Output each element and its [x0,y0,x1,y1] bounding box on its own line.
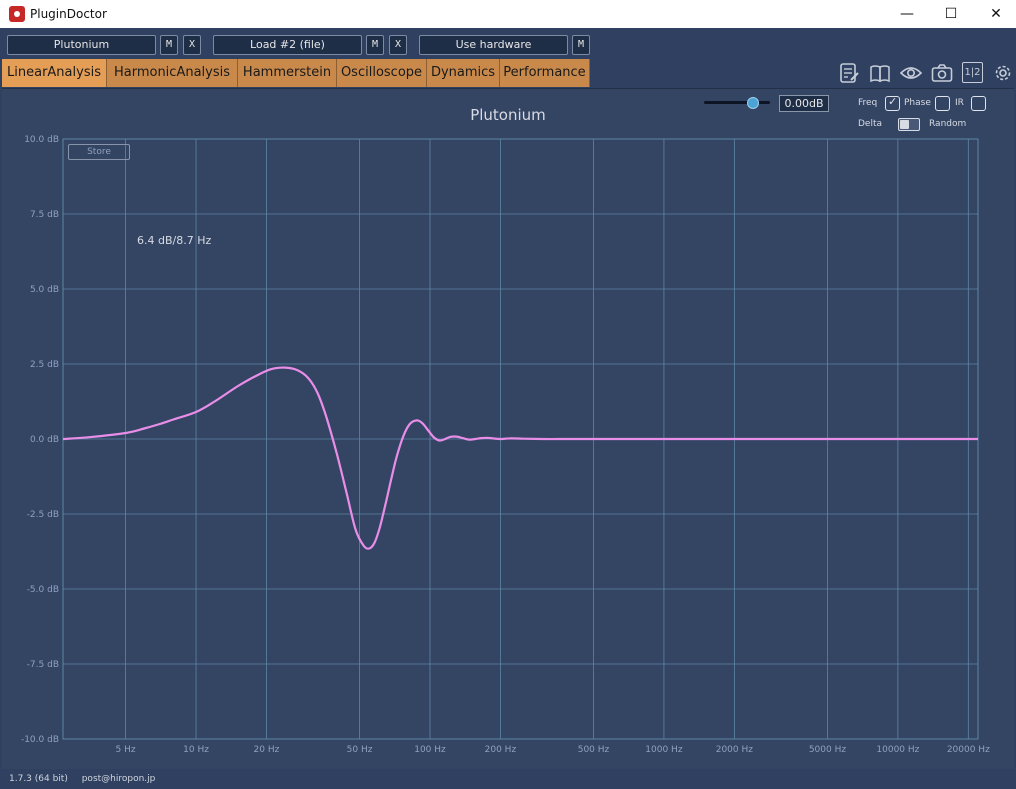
tab-linear-analysis[interactable]: LinearAnalysis [2,59,107,87]
analysis-panel [2,88,1014,769]
plugin-menu-button[interactable]: M [160,35,178,55]
version-text: 1.7.3 (64 bit) [9,774,68,784]
plugin-remove-button[interactable]: X [183,35,201,55]
notes-icon[interactable] [838,62,860,84]
window-titlebar: PluginDoctor — ☐ ✕ [0,0,1016,28]
phase-label: Phase [904,98,931,108]
close-window-button[interactable]: ✕ [973,0,1016,28]
ir-checkbox[interactable] [971,96,986,111]
minimize-button[interactable]: — [884,0,930,28]
random-label: Random [929,119,967,129]
camera-icon[interactable] [931,62,953,84]
eye-icon[interactable] [900,62,922,84]
tab-harmonic-analysis[interactable]: HarmonicAnalysis [107,59,238,87]
split-1-2-icon[interactable]: 1|2 [962,62,983,83]
tab-oscilloscope[interactable]: Oscilloscope [337,59,427,87]
gain-slider-track[interactable] [704,101,770,104]
delta-toggle[interactable] [898,118,920,131]
ir-label: IR [955,98,964,108]
use-hardware-button[interactable]: Use hardware [419,35,568,55]
contact-email: post@hiropon.jp [81,774,156,784]
tab-performance[interactable]: Performance [500,59,590,87]
window-title: PluginDoctor [30,7,107,21]
load-slot-button[interactable]: Load #2 (file) [213,35,362,55]
hardware-menu-button[interactable]: M [572,35,590,55]
load-remove-button[interactable]: X [389,35,407,55]
tab-hammerstein[interactable]: Hammerstein [238,59,337,87]
footer: 1.7.3 (64 bit) post@hiropon.jp [9,774,166,784]
delta-label: Delta [858,119,883,129]
freq-label: Freq [858,98,878,108]
manual-book-icon[interactable] [869,62,891,84]
settings-gear-icon[interactable] [992,62,1014,84]
load-menu-button[interactable]: M [366,35,384,55]
phase-checkbox[interactable] [935,96,950,111]
gain-value-field[interactable]: 0.00dB [779,95,829,112]
cursor-readout: 6.4 dB/8.7 Hz [137,234,212,247]
plugin-select-button[interactable]: Plutonium [7,35,156,55]
maximize-button[interactable]: ☐ [928,0,974,28]
plugin-toolbar: Plutonium M X Load #2 (file) M X Use har… [0,28,1016,58]
store-button[interactable]: Store [68,144,130,160]
plugindoctor-app-icon [9,6,25,22]
tab-dynamics[interactable]: Dynamics [427,59,500,87]
gain-slider-knob[interactable] [746,97,759,109]
freq-checkbox[interactable] [885,95,900,111]
